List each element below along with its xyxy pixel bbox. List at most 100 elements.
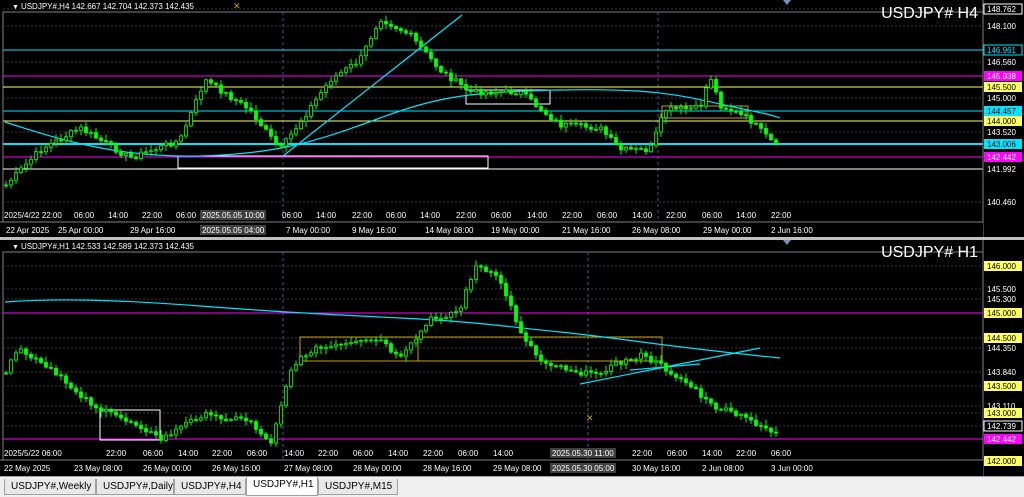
cross-marker-icon: ✕ [233,2,241,12]
hour-label: 2025/4/22 22:00 [4,211,62,220]
candle-body [39,151,43,153]
candle-body [599,373,603,375]
candle-body [274,423,278,444]
candle-body [349,64,353,69]
hour-label: 22:00 [106,449,127,458]
candle-body [584,370,588,376]
candle-body [484,266,488,272]
candle-body [724,407,728,411]
candle-body [634,358,638,361]
price-label: 141.992 [987,165,1016,174]
candle-body [419,330,423,340]
candle-body [599,126,603,131]
time-label: 19 May 00:00 [491,226,540,235]
candle-body [769,133,773,141]
candle-body [69,130,73,138]
candle-body [449,72,453,82]
candle-body [634,147,638,150]
candle-body [254,421,258,430]
chart-panel-h1[interactable]: 146.000 145.500 145.300 145.000 144.500 144.3… [0,240,1024,476]
time-label: 29 May 08:00 [493,464,542,473]
candle-body [529,93,533,100]
candle-body [14,171,18,181]
candle-body [504,89,508,93]
candle-body [429,316,433,326]
candle-body [394,351,398,355]
candle-body [479,89,483,96]
candle-body [424,324,428,332]
tab-weekly[interactable]: USDJPY#,Weekly [4,479,96,495]
symbol-timeframe-label: USDJPY# H4 [881,5,978,22]
candle-body [249,420,253,423]
candle-body [304,115,308,122]
hour-label: 06:00 [143,449,164,458]
candle-body [59,139,63,142]
tab-m15[interactable]: USDJPY#,M15 [318,479,398,495]
candle-body [509,89,513,95]
candle-body [44,146,48,153]
candle-body [179,135,183,142]
candle-body [519,91,523,95]
candle-body [264,125,268,130]
hour-label: 14:00 [702,449,723,458]
candle-body [544,360,548,364]
candle-body [34,151,38,160]
ohlc-readout: USDJPY#,H4 142.667 142.704 142.373 142.4… [20,2,194,11]
candle-body [709,79,713,89]
time-label: 2 Jun 16:00 [771,226,813,235]
candle-body [319,346,323,349]
candle-body [299,355,303,365]
candle-body [324,84,328,93]
candle-body [239,100,243,103]
candle-body [759,123,763,129]
tab-daily[interactable]: USDJPY#,Daily [96,479,174,495]
price-label: 145.500 [987,285,1016,294]
candle-body [324,346,328,349]
hour-label: 14:00 [284,449,305,458]
candle-body [524,332,528,342]
chart-panel-h4[interactable]: 148.762 148.100 146.961 146.560 145.938 145.5… [0,0,1024,237]
candle-body [54,367,58,376]
candle-body [389,23,393,27]
candle-body [64,136,68,141]
candle-body [199,417,203,421]
tab-h4[interactable]: USDJPY#,H4 [174,479,246,495]
candle-body [489,91,493,95]
candle-body [209,412,213,416]
price-label: 140.460 [987,198,1016,207]
candle-body [459,78,463,85]
candle-body [594,371,598,374]
candle-body [194,99,198,113]
candle-body [354,63,358,66]
candle-body [79,391,83,398]
candle-body [9,179,13,186]
candle-body [289,369,293,387]
candle-body [614,137,618,145]
candle-body [664,362,668,372]
candle-body [189,419,193,423]
hour-label: 06:00 [667,449,688,458]
candle-body [654,360,658,363]
price-label: 144.457 [987,107,1016,116]
candle-body [219,415,223,420]
price-label: 144.350 [987,344,1016,353]
hour-label: 06:00 [247,449,268,458]
dropdown-triangle-icon[interactable]: ▼ [12,244,19,251]
candle-body [154,431,158,436]
candle-body [664,110,668,119]
candle-body [539,106,543,111]
candle-body [734,110,738,113]
tab-h1[interactable]: USDJPY#,H1 [246,477,318,496]
plot-border [2,251,984,461]
candle-body [734,410,738,416]
dropdown-triangle-icon[interactable]: ▼ [12,4,19,11]
candle-body [239,416,243,419]
candle-body [224,92,228,94]
candle-body [679,377,683,380]
chart-canvas-h4[interactable]: 148.762 148.100 146.961 146.560 145.938 145.5… [0,0,1024,237]
chart-canvas-h1[interactable]: 146.000 145.500145.300 145.000 144.500144.3… [0,240,1024,476]
hour-label: 22:00 [212,449,233,458]
time-label: 2025.05.30 05:00 [552,464,615,473]
time-label: 7 May 00:00 [286,226,331,235]
hour-label: 06:00 [282,211,303,220]
